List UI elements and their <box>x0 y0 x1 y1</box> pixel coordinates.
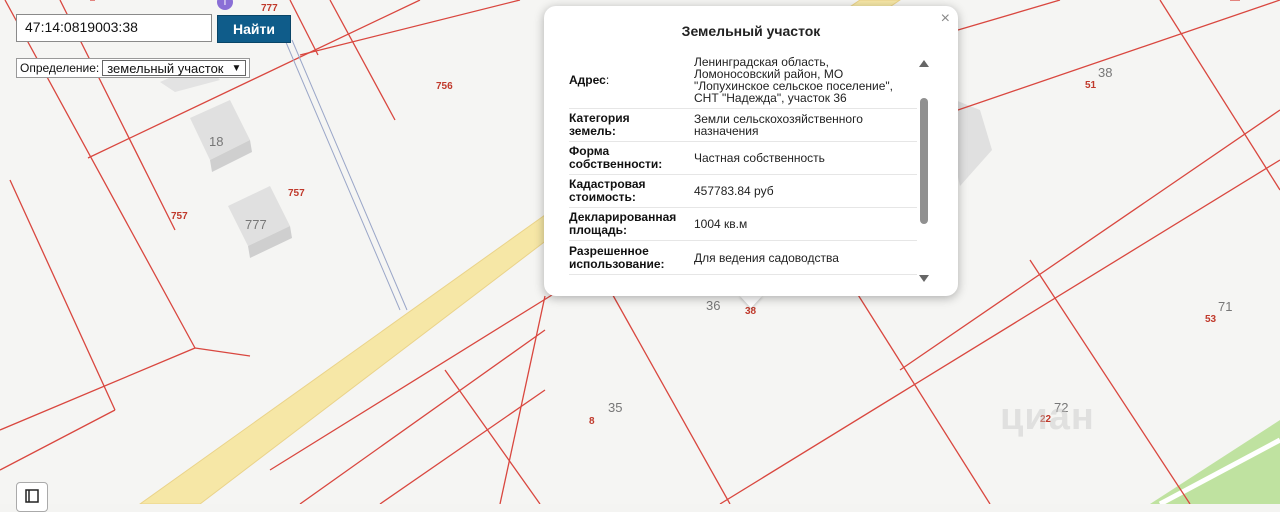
detail-value: Частная собственность <box>694 151 825 165</box>
detail-value: Земли сельскохозяйственного назначения <box>694 112 863 138</box>
detail-key: Кадастровая стоимость: <box>569 177 646 204</box>
parcel-number: 8 <box>589 416 595 427</box>
cadastral-search-input[interactable]: 47:14:0819003:38 <box>16 14 212 42</box>
detail-row-permitted-use: Разрешенное использование: Для ведения са… <box>569 241 917 275</box>
detail-value: 457783.84 руб <box>694 184 774 198</box>
parcel-number: 757 <box>171 211 188 222</box>
detail-row-area: Декларированная площадь: 1004 кв.м <box>569 208 917 241</box>
popup-title: Земельный участок <box>681 23 821 39</box>
detail-value: 1004 кв.м <box>694 217 748 231</box>
scroll-up-icon[interactable] <box>919 60 929 67</box>
detail-key: Категория земель: <box>569 111 630 138</box>
detail-key: Разрешенное использование: <box>569 243 665 271</box>
detail-key: Форма собственности: <box>569 144 663 171</box>
layers-button[interactable] <box>16 482 48 512</box>
building-label: 18 <box>209 134 224 149</box>
parcel-number: 51 <box>1085 80 1097 91</box>
detail-value: Для ведения садоводства <box>694 250 839 265</box>
detail-row-category: Категория земель: Земли сельскохозяйствен… <box>569 109 917 142</box>
detail-value: Ленинградская область, Ломоносовский рай… <box>694 55 894 105</box>
detail-key: Адрес: <box>569 72 610 87</box>
plot-label: 36 <box>706 298 721 313</box>
popup-pointer <box>739 295 763 308</box>
parcel-details-table: Адрес: Ленинградская область, Ломоносовс… <box>569 52 917 279</box>
plot-label: 71 <box>1218 299 1233 314</box>
scroll-thumb[interactable] <box>920 98 928 224</box>
detail-key: Декларированная площадь: <box>569 210 677 237</box>
building-label: 777 <box>245 217 267 232</box>
parcel-number: 757 <box>288 188 305 199</box>
layers-icon <box>25 489 39 503</box>
definition-control: Определение: земельный участок ▼ <box>16 58 251 78</box>
plot-label: 35 <box>608 400 623 415</box>
detail-row-cadastral-value: Кадастровая стоимость: 457783.84 руб <box>569 175 917 208</box>
detail-row-ownership: Форма собственности: Частная собственност… <box>569 142 917 175</box>
chevron-down-icon: ▼ <box>231 62 242 74</box>
parcel-number: 777 <box>261 3 278 14</box>
parcel-number: 756 <box>436 81 453 92</box>
scroll-down-icon[interactable] <box>919 275 929 282</box>
popup-scrollbar[interactable] <box>919 60 929 282</box>
definition-label: Определение: <box>20 61 100 75</box>
watermark: циан <box>1000 396 1095 438</box>
definition-selected: земельный участок <box>107 60 224 76</box>
parcel-number: 53 <box>1205 314 1217 325</box>
detail-row-address: Адрес: Ленинградская область, Ломоносовс… <box>569 52 917 109</box>
plot-label: 38 <box>1098 65 1113 80</box>
parcel-info-popup: × Земельный участок Адрес: Ленинградская… <box>544 6 958 296</box>
definition-select[interactable]: земельный участок ▼ <box>102 60 247 76</box>
search-button[interactable]: Найти <box>217 15 291 43</box>
